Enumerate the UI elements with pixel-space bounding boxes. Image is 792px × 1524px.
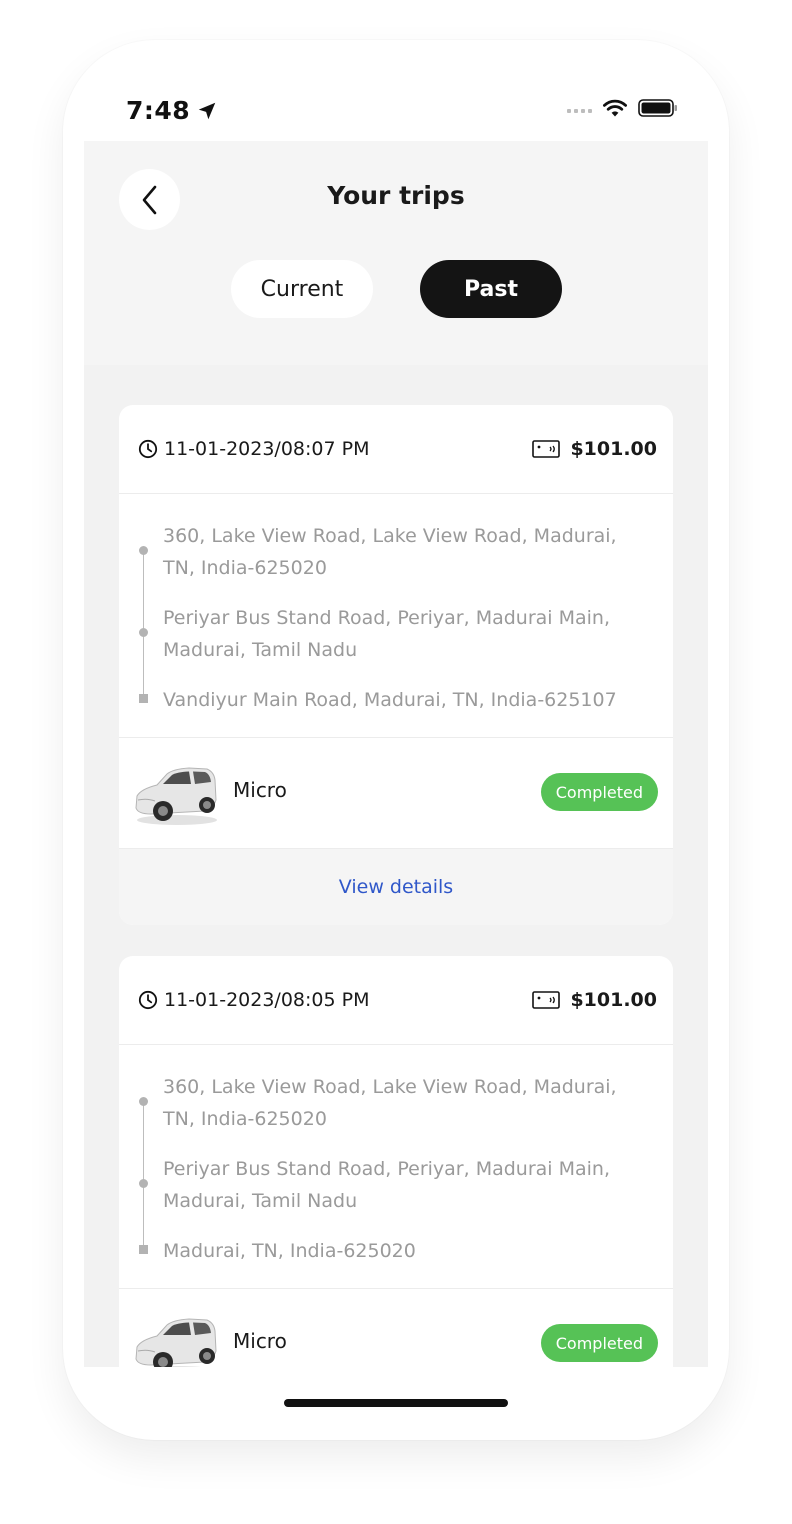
view-details-link[interactable]: View details [119, 849, 673, 925]
trip-card-header: 11-01-2023/08:05 PM $101.00 [119, 956, 673, 1045]
status-time: 7:48 [126, 96, 191, 125]
stop-dot-icon [139, 1179, 148, 1188]
phone-frame: 7:48 Your trips Current Past 11-01-2023/… [63, 40, 729, 1440]
stop-dot-icon [139, 628, 148, 637]
status-badge: Completed [540, 1324, 658, 1362]
status-time-group: 7:48 [126, 96, 218, 125]
vehicle-row: Micro Completed [119, 1289, 673, 1367]
pickup-address: 360, Lake View Road, Lake View Road, Mad… [163, 1076, 617, 1130]
route-line [143, 1101, 144, 1251]
trip-fare: $101.00 [532, 438, 657, 460]
tab-past[interactable]: Past [420, 260, 562, 318]
dropoff-square-icon [139, 694, 148, 703]
cash-icon [532, 991, 561, 1009]
dropoff-address: Vandiyur Main Road, Madurai, TN, India-6… [163, 689, 617, 711]
dropoff-address: Madurai, TN, India-625020 [163, 1240, 416, 1262]
trip-fare-text: $101.00 [570, 438, 657, 460]
trip-datetime-text: 11-01-2023/08:05 PM [164, 989, 370, 1011]
tab-current[interactable]: Current [231, 260, 373, 318]
car-image [133, 1307, 217, 1367]
clock-icon [138, 439, 158, 459]
status-badge: Completed [540, 773, 658, 811]
vehicle-name: Micro [233, 1329, 287, 1353]
trip-datetime: 11-01-2023/08:05 PM [138, 989, 369, 1011]
trip-datetime: 11-01-2023/08:07 PM [138, 438, 369, 460]
trip-datetime-text: 11-01-2023/08:07 PM [164, 438, 370, 460]
trip-card[interactable]: 11-01-2023/08:07 PM $101.00 360, Lake Vi… [119, 405, 673, 925]
dropoff-square-icon [139, 1245, 148, 1254]
trip-fare-text: $101.00 [570, 989, 657, 1011]
pickup-address: 360, Lake View Road, Lake View Road, Mad… [163, 525, 617, 579]
trip-card-header: 11-01-2023/08:07 PM $101.00 [119, 405, 673, 494]
vehicle-name: Micro [233, 778, 287, 802]
trips-screen: Your trips Current Past 11-01-2023/08:07… [84, 141, 708, 1367]
home-indicator[interactable] [284, 1399, 508, 1407]
stop-address: Periyar Bus Stand Road, Periyar, Madurai… [163, 607, 611, 661]
status-indicators [567, 98, 678, 118]
header: Your trips Current Past [84, 141, 708, 365]
route-line [143, 550, 144, 700]
trip-card[interactable]: 11-01-2023/08:05 PM $101.00 360, Lake Vi… [119, 956, 673, 1367]
trip-route: 360, Lake View Road, Lake View Road, Mad… [119, 494, 673, 738]
pickup-dot-icon [139, 1097, 148, 1106]
car-image [133, 756, 217, 830]
battery-icon [638, 99, 677, 117]
trip-fare: $101.00 [532, 989, 657, 1011]
status-bar: 7:48 [84, 40, 708, 141]
trip-route: 360, Lake View Road, Lake View Road, Mad… [119, 1045, 673, 1289]
vehicle-row: Micro Completed [119, 738, 673, 849]
location-arrow-icon [198, 102, 216, 119]
signal-icon [567, 109, 592, 113]
cash-icon [532, 440, 561, 458]
page-title: Your trips [327, 181, 465, 210]
wifi-icon [603, 99, 627, 117]
clock-icon [138, 990, 158, 1010]
stop-address: Periyar Bus Stand Road, Periyar, Madurai… [163, 1158, 611, 1212]
pickup-dot-icon [139, 546, 148, 555]
